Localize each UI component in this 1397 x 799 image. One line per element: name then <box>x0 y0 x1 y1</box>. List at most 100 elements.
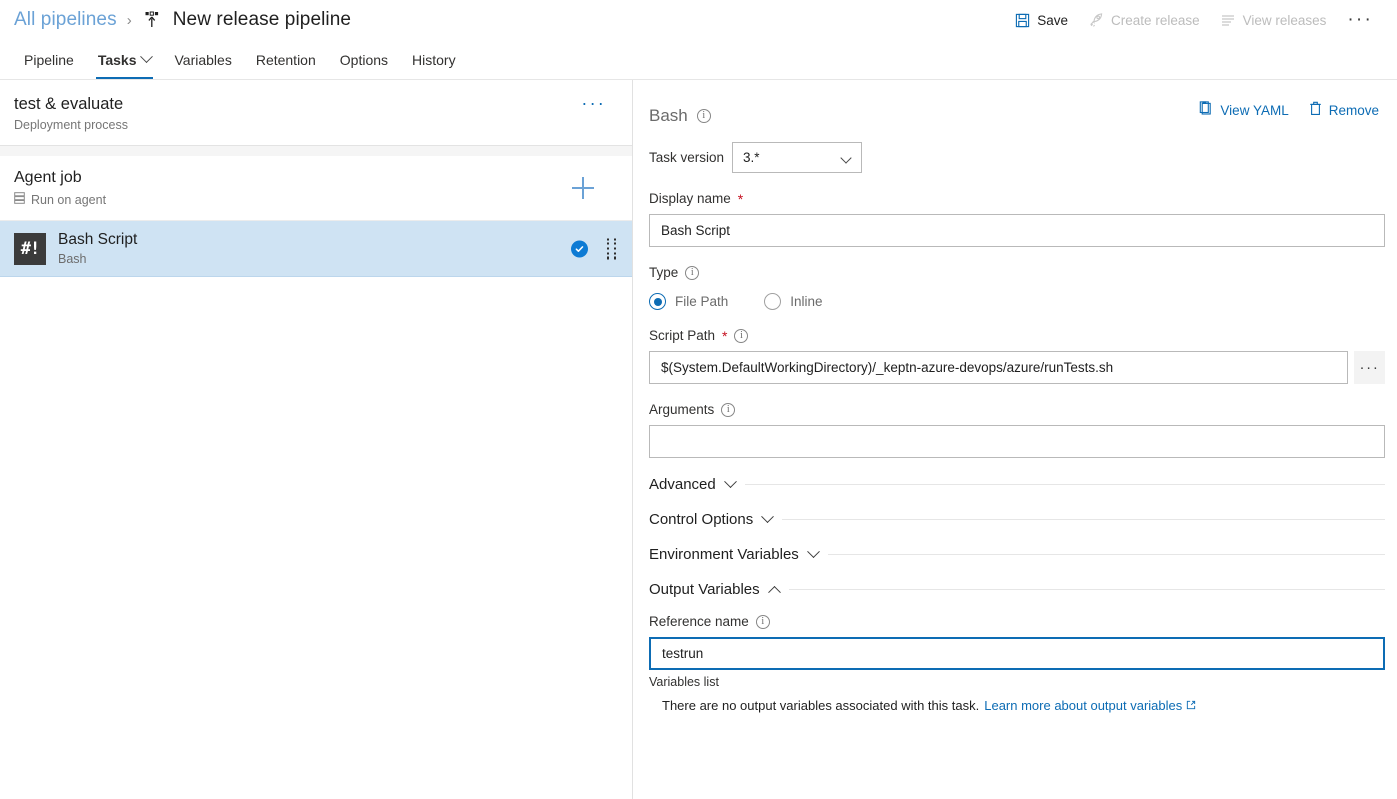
radio-file-path[interactable]: File Path <box>649 293 728 310</box>
display-name-field: Display name * <box>649 191 1385 247</box>
create-release-button[interactable]: Create release <box>1079 7 1209 33</box>
chevron-down-icon <box>806 545 820 559</box>
breadcrumb-separator: › <box>126 11 132 29</box>
script-path-input-row: ··· <box>649 351 1385 384</box>
tab-options[interactable]: Options <box>328 40 400 79</box>
tab-pipeline-label: Pipeline <box>24 51 74 68</box>
deployment-process-header[interactable]: test & evaluate Deployment process ··· <box>0 80 632 146</box>
type-radio-group: File Path Inline <box>649 293 1385 310</box>
tab-options-label: Options <box>339 51 389 68</box>
remove-task-button[interactable]: Remove <box>1303 97 1385 123</box>
variables-list-label: Variables list <box>649 675 719 689</box>
external-link-icon <box>1186 698 1196 713</box>
breadcrumb-all-pipelines[interactable]: All pipelines <box>14 9 117 31</box>
task-enabled-check-icon <box>571 240 588 257</box>
create-release-label: Create release <box>1111 12 1200 28</box>
chevron-up-icon <box>767 585 781 599</box>
reference-name-input[interactable] <box>649 637 1385 670</box>
section-advanced[interactable]: Advanced <box>649 475 1385 493</box>
section-advanced-label: Advanced <box>649 476 716 493</box>
process-overflow-button[interactable]: ··· <box>581 94 606 112</box>
type-label: Type <box>649 265 679 280</box>
section-divider <box>744 484 1385 485</box>
chevron-down-icon <box>139 50 153 64</box>
tab-history[interactable]: History <box>400 40 468 79</box>
type-label-row: Type i <box>649 265 1385 280</box>
type-info-icon[interactable]: i <box>685 265 700 280</box>
yaml-clipboard-icon <box>1199 101 1213 119</box>
view-releases-button[interactable]: View releases <box>1211 7 1336 33</box>
arguments-input[interactable] <box>649 425 1385 458</box>
tab-retention-label: Retention <box>255 51 316 68</box>
add-task-button[interactable] <box>572 177 594 199</box>
tab-history-label: History <box>412 51 456 68</box>
page-title: New release pipeline <box>172 9 352 30</box>
view-yaml-label: View YAML <box>1220 102 1289 118</box>
script-path-info-icon[interactable]: i <box>734 328 749 343</box>
rocket-icon <box>1088 12 1104 28</box>
display-name-label-row: Display name * <box>649 191 1385 206</box>
task-version-row: Task version 3.* <box>649 142 1385 173</box>
top-actions: Save Create release View releases ··· <box>1006 0 1383 40</box>
tab-variables-label: Variables <box>174 51 232 68</box>
arguments-field: Arguments i <box>649 402 1385 458</box>
task-row-text: Bash Script Bash <box>58 231 137 266</box>
save-icon <box>1015 13 1030 28</box>
agent-job-row[interactable]: Agent job Run on agent <box>0 156 632 221</box>
remove-label: Remove <box>1328 102 1379 118</box>
arguments-label-row: Arguments i <box>649 402 1385 417</box>
save-button[interactable]: Save <box>1006 8 1077 33</box>
task-info-icon[interactable]: i <box>696 109 711 123</box>
no-output-variables-message: There are no output variables associated… <box>649 698 1385 713</box>
radio-inline-label: Inline <box>790 294 823 309</box>
agent-job-title: Agent job <box>14 169 82 186</box>
display-name-label: Display name <box>649 191 731 206</box>
section-divider <box>788 589 1385 590</box>
browse-script-path-button[interactable]: ··· <box>1354 351 1385 384</box>
no-output-variables-text: There are no output variables associated… <box>662 698 980 713</box>
display-name-input[interactable] <box>649 214 1385 247</box>
more-options-button[interactable]: ··· <box>1337 9 1383 31</box>
learn-more-output-variables-link[interactable]: Learn more about output variables <box>984 698 1196 713</box>
learn-more-label: Learn more about output variables <box>984 698 1183 713</box>
section-control-options-label: Control Options <box>649 511 754 528</box>
task-row-bash-script[interactable]: #! Bash Script Bash <box>0 221 632 277</box>
chevron-down-icon <box>840 152 852 164</box>
radio-inline[interactable]: Inline <box>764 293 823 310</box>
script-path-label-row: Script Path * i <box>649 328 1385 343</box>
tab-variables[interactable]: Variables <box>163 40 244 79</box>
section-environment-variables[interactable]: Environment Variables <box>649 545 1385 563</box>
task-version-value: 3.* <box>743 150 760 165</box>
reference-name-field: Reference name i Variables list There ar… <box>649 614 1385 713</box>
task-drag-handle[interactable] <box>607 238 616 259</box>
section-divider <box>827 554 1385 555</box>
task-type-heading: Bash <box>649 106 688 125</box>
section-control-options[interactable]: Control Options <box>649 510 1385 528</box>
top-bar: All pipelines › New release pipeline Sav… <box>0 0 1397 40</box>
arguments-info-icon[interactable]: i <box>721 402 736 417</box>
task-details-actions: View YAML Remove <box>1193 97 1385 123</box>
tab-tasks[interactable]: Tasks <box>86 40 163 79</box>
radio-file-path-label: File Path <box>675 294 729 309</box>
reference-name-info-icon[interactable]: i <box>755 614 770 629</box>
task-tree-pane: test & evaluate Deployment process ··· A… <box>0 80 633 799</box>
task-title: Bash Script <box>58 231 138 248</box>
breadcrumb: All pipelines › New release pipeline <box>14 9 351 31</box>
script-path-label: Script Path <box>649 328 716 343</box>
agent-job-subtitle-row: Run on agent <box>14 192 616 207</box>
script-path-input[interactable] <box>649 351 1348 384</box>
trash-icon <box>1309 101 1322 119</box>
section-divider <box>782 519 1385 520</box>
required-asterisk: * <box>737 190 744 207</box>
reference-name-label: Reference name <box>649 614 749 629</box>
section-output-variables[interactable]: Output Variables <box>649 581 1385 599</box>
tab-tasks-label: Tasks <box>97 51 137 68</box>
radio-inline-indicator <box>764 293 782 310</box>
tab-retention[interactable]: Retention <box>244 40 328 79</box>
server-icon <box>14 192 25 207</box>
tab-pipeline[interactable]: Pipeline <box>12 40 86 79</box>
chevron-down-icon <box>723 475 737 489</box>
view-yaml-button[interactable]: View YAML <box>1193 97 1294 123</box>
reference-name-label-row: Reference name i <box>649 614 1385 629</box>
task-version-select[interactable]: 3.* <box>732 142 863 173</box>
